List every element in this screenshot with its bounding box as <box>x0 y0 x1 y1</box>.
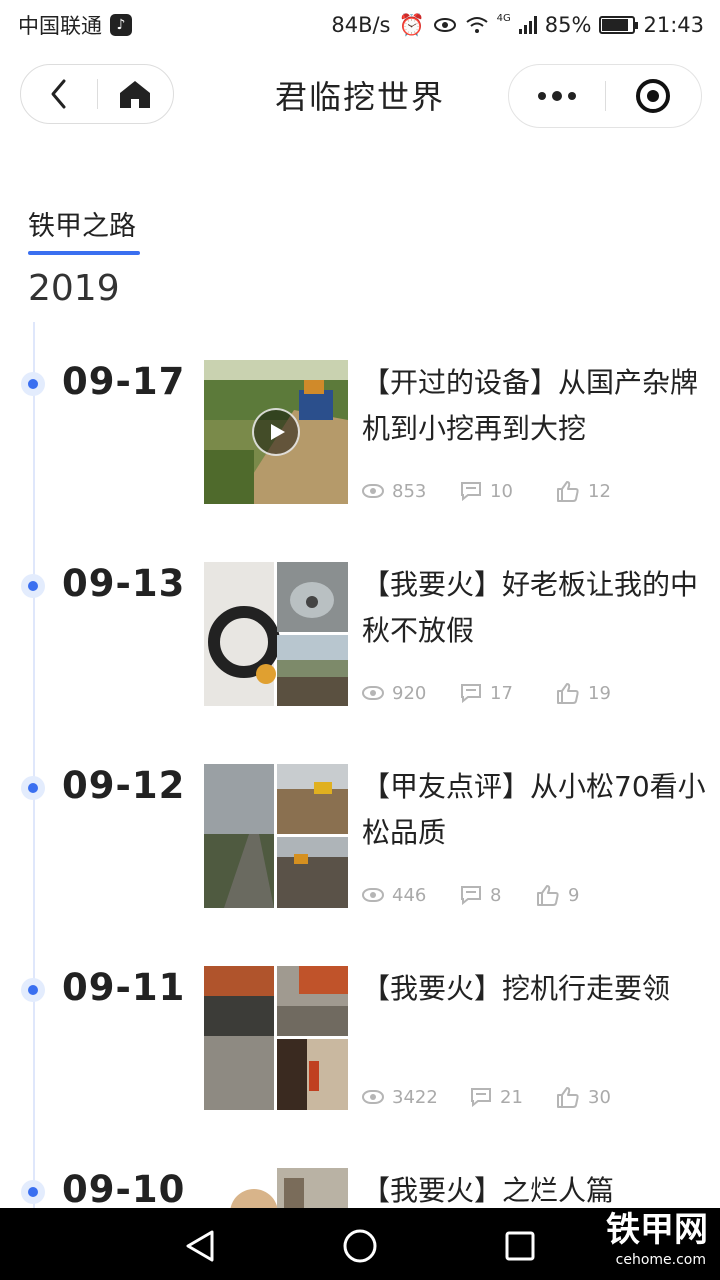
alarm-icon: ⏰ <box>398 12 425 37</box>
entry-title[interactable]: 【我要火】好老板让我的中秋不放假 <box>362 562 712 654</box>
views-count: 446 <box>392 884 427 906</box>
entry-thumbnail[interactable] <box>204 764 348 908</box>
nav-bar: 君临挖世界 <box>0 58 720 134</box>
views-icon <box>362 888 384 902</box>
timeline-dot <box>21 372 45 396</box>
like-icon <box>557 683 579 704</box>
like-icon <box>557 481 579 502</box>
like-icon <box>557 1087 579 1108</box>
views-count: 853 <box>392 480 427 502</box>
timeline-entry[interactable]: 09-10 【我要火】之烂人篇 <box>0 1168 720 1208</box>
signal-icon <box>518 16 537 34</box>
timeline-entry[interactable]: 09-12 【甲友点评】从小松70看小松品质 446 8 9 <box>0 764 720 924</box>
entry-date: 09-12 <box>62 764 186 807</box>
entry-thumbnail[interactable] <box>204 966 348 1110</box>
close-target-icon <box>636 79 671 113</box>
entry-title[interactable]: 【我要火】挖机行走要领 <box>362 966 712 1012</box>
entry-title[interactable]: 【甲友点评】从小松70看小松品质 <box>362 764 712 856</box>
network-type: 4G <box>496 12 511 24</box>
comments-count: 10 <box>490 480 513 502</box>
entry-thumbnail[interactable] <box>204 1168 348 1208</box>
timeline-dot <box>21 1180 45 1204</box>
entry-date: 09-13 <box>62 562 186 605</box>
eye-care-icon <box>433 18 456 32</box>
likes-count: 30 <box>588 1086 611 1108</box>
year-heading: 2019 <box>28 268 120 309</box>
views-icon <box>362 1090 384 1104</box>
more-icon <box>537 91 576 101</box>
watermark-domain: cehome.com <box>615 1252 706 1268</box>
battery-icon <box>599 16 639 34</box>
battery-percent: 85% <box>544 13 592 37</box>
entry-date: 09-10 <box>62 1168 186 1208</box>
entry-thumbnail[interactable] <box>204 562 348 706</box>
timeline-entry[interactable]: 09-17 【开过的设备】从国产杂牌机到小挖再到大挖 853 10 12 <box>0 360 720 520</box>
comment-icon <box>461 886 481 905</box>
timeline-dot <box>21 574 45 598</box>
like-icon <box>537 885 559 906</box>
net-speed: 84B/s <box>331 13 391 37</box>
timeline-entry[interactable]: 09-11 【我要火】挖机行走要领 3422 21 30 <box>0 966 720 1126</box>
entry-stats: 853 10 12 <box>362 480 652 502</box>
play-video-button[interactable] <box>252 408 300 456</box>
likes-count: 9 <box>568 884 580 906</box>
entry-date: 09-17 <box>62 360 186 403</box>
nav-capsule-right <box>508 64 702 128</box>
comment-icon <box>461 684 481 703</box>
entry-date: 09-11 <box>62 966 186 1009</box>
comment-icon <box>461 482 481 501</box>
carrier-label: 中国联通 <box>18 14 102 38</box>
likes-count: 19 <box>588 682 611 704</box>
comment-icon <box>471 1088 491 1107</box>
watermark-logo: 铁甲网 <box>606 1210 708 1250</box>
clock: 21:43 <box>643 13 704 37</box>
status-bar: 中国联通 ♪ 84B/s ⏰ 4G 85% 21:43 <box>0 0 720 50</box>
tab-active-indicator <box>28 251 140 255</box>
entry-stats: 3422 21 30 <box>362 1086 652 1108</box>
wifi-icon <box>466 17 488 33</box>
recents-square-icon[interactable] <box>500 1226 540 1266</box>
timeline-dot <box>21 776 45 800</box>
play-icon <box>271 424 285 440</box>
comments-count: 21 <box>500 1086 523 1108</box>
likes-count: 12 <box>588 480 611 502</box>
views-icon <box>362 686 384 700</box>
entry-title[interactable]: 【我要火】之烂人篇 <box>362 1168 712 1208</box>
tiktok-icon: ♪ <box>110 14 132 36</box>
comments-count: 8 <box>490 884 502 906</box>
close-miniprogram-button[interactable] <box>606 65 702 127</box>
views-icon <box>362 484 384 498</box>
comments-count: 17 <box>490 682 513 704</box>
home-circle-icon[interactable] <box>340 1226 380 1266</box>
entry-title[interactable]: 【开过的设备】从国产杂牌机到小挖再到大挖 <box>362 360 712 452</box>
tab-tiejia-road[interactable]: 铁甲之路 <box>28 204 136 243</box>
more-button[interactable] <box>509 65 605 127</box>
views-count: 920 <box>392 682 427 704</box>
entry-stats: 446 8 9 <box>362 884 632 906</box>
timeline-dot <box>21 978 45 1002</box>
back-triangle-icon[interactable] <box>180 1226 220 1266</box>
timeline-entry[interactable]: 09-13 【我要火】好老板让我的中秋不放假 920 17 19 <box>0 562 720 722</box>
views-count: 3422 <box>392 1086 438 1108</box>
entry-stats: 920 17 19 <box>362 682 652 704</box>
